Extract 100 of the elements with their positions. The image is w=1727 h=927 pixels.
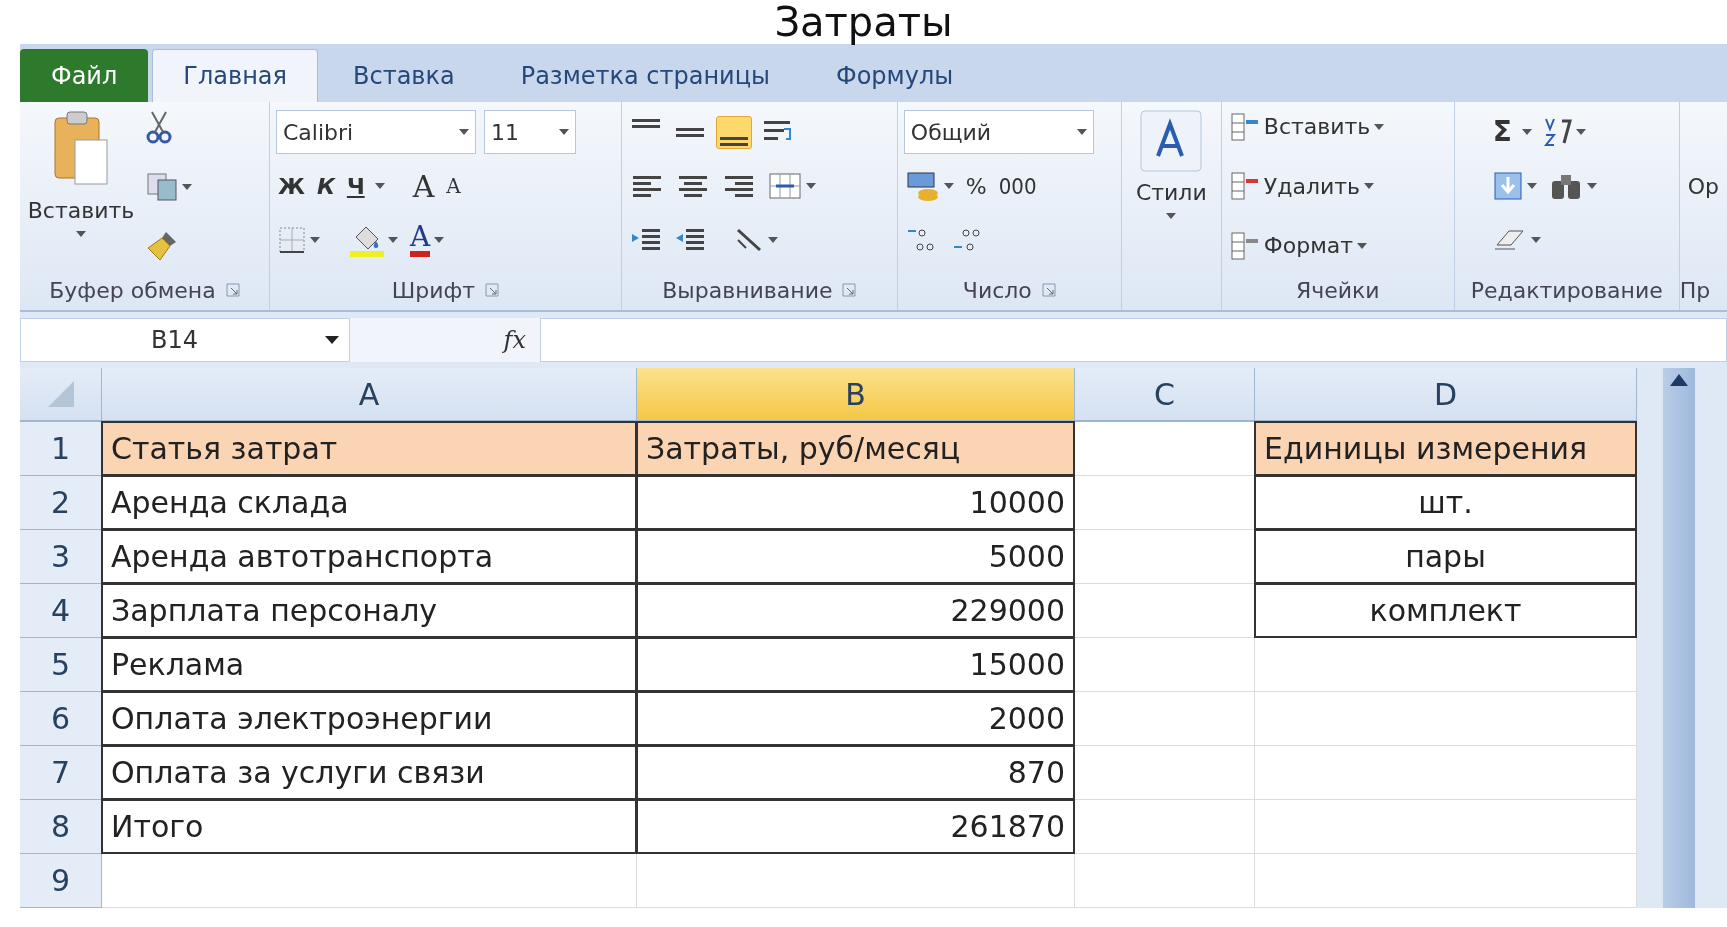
font-color-button[interactable]: A xyxy=(407,223,447,257)
caret-icon[interactable] xyxy=(1166,213,1177,219)
shrink-font-button[interactable]: A xyxy=(444,171,463,201)
row-header[interactable]: 8 xyxy=(20,800,102,854)
scroll-up-icon[interactable] xyxy=(1670,374,1688,386)
table-cell: 2000 xyxy=(636,691,1075,746)
caret-icon[interactable] xyxy=(1530,237,1541,243)
dialog-launcher-icon[interactable] xyxy=(485,283,500,297)
dialog-launcher-icon[interactable] xyxy=(1041,283,1056,297)
row-header[interactable]: 7 xyxy=(20,746,102,800)
caret-icon[interactable] xyxy=(1575,129,1586,135)
ribbon-tab[interactable]: Вставка xyxy=(322,49,486,102)
styles-icon xyxy=(1140,110,1203,172)
table-cell: Зарплата персоналу xyxy=(101,583,637,638)
formula-input-field[interactable] xyxy=(540,318,1727,362)
vertical-align-button[interactable] xyxy=(715,115,752,149)
caret-icon[interactable] xyxy=(1076,129,1087,135)
caret-icon[interactable] xyxy=(805,183,816,189)
table-cell: 229000 xyxy=(636,583,1075,638)
table-cell: 5000 xyxy=(636,529,1075,584)
caret-icon[interactable] xyxy=(1374,123,1385,130)
table-cell: комплект xyxy=(1254,583,1637,638)
scrollbar[interactable] xyxy=(1663,368,1695,908)
row-header[interactable]: 5 xyxy=(20,638,102,692)
table-cell: Аренда автотранспорта xyxy=(101,529,637,584)
table-cell: Единицы измерения xyxy=(1254,421,1637,476)
percent-button[interactable]: % xyxy=(963,169,989,203)
caret-icon[interactable] xyxy=(558,129,569,135)
caret-icon[interactable] xyxy=(1521,129,1532,135)
cells-insert-button[interactable]: Вставить xyxy=(1227,110,1387,143)
cells-format-button[interactable]: Формат xyxy=(1227,229,1387,262)
caret-icon[interactable] xyxy=(1364,183,1375,189)
merge-cells-icon xyxy=(767,172,802,200)
borders-icon xyxy=(277,226,306,254)
caret-icon[interactable] xyxy=(943,183,954,189)
row-header[interactable]: 6 xyxy=(20,692,102,746)
number-format-dropdown[interactable]: Общий xyxy=(903,110,1094,154)
column-header[interactable]: D xyxy=(1255,368,1637,422)
row-header[interactable]: 9 xyxy=(20,854,102,908)
caret-icon[interactable] xyxy=(182,184,192,190)
table-cell: 10000 xyxy=(636,475,1075,530)
dropdown-arrow-icon xyxy=(325,336,339,344)
underline-button[interactable]: Ч xyxy=(344,169,367,203)
group-label: Редактирование xyxy=(1470,276,1663,305)
copy-button[interactable] xyxy=(144,172,194,202)
ribbon-button[interactable]: Ор xyxy=(1685,169,1721,203)
autosum-button[interactable]: Σ xyxy=(1490,111,1514,153)
caret-icon[interactable] xyxy=(76,231,86,237)
font-size-dropdown[interactable]: 11 xyxy=(483,110,576,154)
ribbon-tab[interactable]: Разметка страницы xyxy=(489,49,801,102)
column-header[interactable]: C xyxy=(1075,368,1255,422)
caret-icon[interactable] xyxy=(458,129,469,135)
copy-icon xyxy=(146,172,178,202)
sort-icon xyxy=(1541,117,1572,147)
caret-icon[interactable] xyxy=(309,237,320,243)
table-cell: Реклама xyxy=(101,637,637,692)
caret-icon[interactable] xyxy=(387,237,398,243)
caret-icon[interactable] xyxy=(374,183,385,189)
eraser-icon xyxy=(1492,227,1527,253)
column-header[interactable]: A xyxy=(102,368,637,422)
fill-down-icon xyxy=(1492,171,1523,201)
table-cell: 261870 xyxy=(636,799,1075,854)
table-cell: Итого xyxy=(101,799,637,854)
bold-button[interactable]: Ж xyxy=(275,169,307,203)
row-header[interactable]: 3 xyxy=(20,530,102,584)
align-top-icon xyxy=(631,118,660,128)
styles-button[interactable]: Стили xyxy=(1127,110,1215,262)
align-bottom-icon xyxy=(719,136,748,146)
table-cell: 15000 xyxy=(636,637,1075,692)
cells-delete-button[interactable]: Удалить xyxy=(1227,169,1387,203)
table-cell: Статья затрат xyxy=(101,421,637,476)
paste-button[interactable]: Вставить xyxy=(26,110,136,262)
grow-font-button[interactable]: A xyxy=(410,163,437,209)
caret-icon[interactable] xyxy=(1526,183,1537,189)
row-header[interactable]: 2 xyxy=(20,476,102,530)
table-cell: Затраты, руб/месяц xyxy=(636,421,1075,476)
caret-icon[interactable] xyxy=(1357,242,1368,249)
font-family-dropdown[interactable]: Calibri xyxy=(275,110,476,154)
name-box[interactable]: B14 xyxy=(20,318,350,362)
italic-button[interactable]: К xyxy=(314,169,337,203)
caret-icon[interactable] xyxy=(767,237,778,243)
caret-icon[interactable] xyxy=(434,237,445,243)
group-label: Буфер обмена xyxy=(49,276,216,305)
group-label: Пр xyxy=(1679,276,1711,305)
column-header[interactable]: B xyxy=(637,368,1075,422)
table-cell: пары xyxy=(1254,529,1637,584)
table-cell: Аренда склада xyxy=(101,475,637,530)
dialog-launcher-icon[interactable] xyxy=(842,283,857,297)
dialog-launcher-icon[interactable] xyxy=(225,283,240,297)
row-header[interactable]: 4 xyxy=(20,584,102,638)
table-insert-icon xyxy=(1229,111,1260,142)
caret-icon[interactable] xyxy=(1586,183,1597,189)
insert-function-button[interactable]: fx xyxy=(350,318,540,362)
ribbon-tab[interactable]: Файл xyxy=(20,49,149,102)
row-header[interactable]: 1 xyxy=(20,422,102,476)
ribbon-tab[interactable]: Формулы xyxy=(805,49,985,102)
scissors-icon xyxy=(146,110,172,144)
ribbon-tab[interactable]: Главная xyxy=(152,49,318,102)
align-middle-icon xyxy=(675,127,704,137)
thousands-button[interactable]: 000 xyxy=(996,169,1039,203)
